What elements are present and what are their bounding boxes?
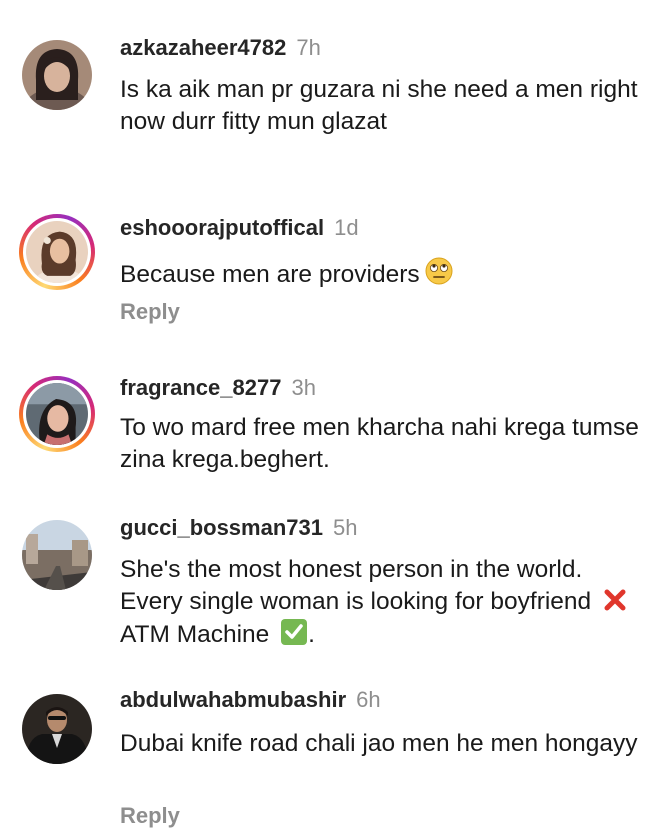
avatar[interactable] bbox=[22, 40, 92, 110]
red-cross-mark-emoji-icon bbox=[602, 587, 628, 613]
avatar[interactable] bbox=[22, 520, 92, 590]
timestamp: 5h bbox=[332, 515, 358, 540]
profile-photo-icon bbox=[22, 520, 92, 590]
comment-text: Because men are providers bbox=[120, 256, 650, 291]
timestamp: 1d bbox=[334, 215, 359, 240]
comment-item: gucci_bossman731 5h She's the most honest… bbox=[0, 514, 665, 654]
comment-text: To wo mard free men kharcha nahi krega t… bbox=[120, 414, 639, 473]
username[interactable]: gucci_bossman731 bbox=[120, 515, 323, 540]
comment-text: She's the most honest person in the worl… bbox=[120, 554, 650, 651]
timestamp: 3h bbox=[291, 375, 316, 400]
comment-item: abdulwahabmubashir 6h Dubai knife road ch… bbox=[0, 686, 665, 833]
username[interactable]: eshooorajputoffical bbox=[120, 215, 324, 240]
comment-meta: gucci_bossman731 5h bbox=[120, 514, 357, 542]
profile-photo-icon bbox=[22, 694, 92, 764]
comment-item: azkazaheer4782 7h Is ka aik man pr guzara… bbox=[0, 34, 665, 184]
username[interactable]: abdulwahabmubashir bbox=[120, 687, 346, 712]
eye-roll-emoji-icon bbox=[424, 256, 454, 286]
timestamp: 7h bbox=[296, 35, 321, 60]
green-check-mark-emoji-icon bbox=[280, 618, 308, 646]
comment-meta: azkazaheer4782 7h bbox=[120, 34, 321, 62]
username[interactable]: azkazaheer4782 bbox=[120, 35, 286, 60]
timestamp: 6h bbox=[356, 687, 381, 712]
comment-text-body: She's the most honest person in the worl… bbox=[120, 556, 592, 615]
comment-meta: fragrance_8277 3h bbox=[120, 374, 316, 402]
profile-photo-icon bbox=[22, 40, 92, 110]
comment-text-body: Because men are providers bbox=[120, 261, 420, 288]
profile-photo-icon bbox=[26, 383, 88, 445]
profile-photo-icon bbox=[26, 221, 88, 283]
comment-text: Dubai knife road chali jao men he men ho… bbox=[120, 730, 638, 757]
avatar[interactable] bbox=[22, 694, 92, 764]
reply-button[interactable]: Reply bbox=[120, 298, 180, 326]
comment-item: fragrance_8277 3h To wo mard free men kha… bbox=[0, 374, 665, 484]
comment-text-end: . bbox=[308, 621, 315, 648]
reply-button[interactable]: Reply bbox=[120, 802, 180, 830]
avatar[interactable] bbox=[19, 376, 95, 452]
comment-text: Is ka aik man pr guzara ni she need a me… bbox=[120, 76, 638, 135]
comment-text-middle: ATM Machine bbox=[120, 621, 270, 648]
avatar[interactable] bbox=[19, 214, 95, 290]
comment-meta: eshooorajputoffical 1d bbox=[120, 214, 359, 242]
comment-meta: abdulwahabmubashir 6h bbox=[120, 686, 381, 714]
username[interactable]: fragrance_8277 bbox=[120, 375, 281, 400]
comment-item: eshooorajputoffical 1d Because men are pr… bbox=[0, 214, 665, 334]
